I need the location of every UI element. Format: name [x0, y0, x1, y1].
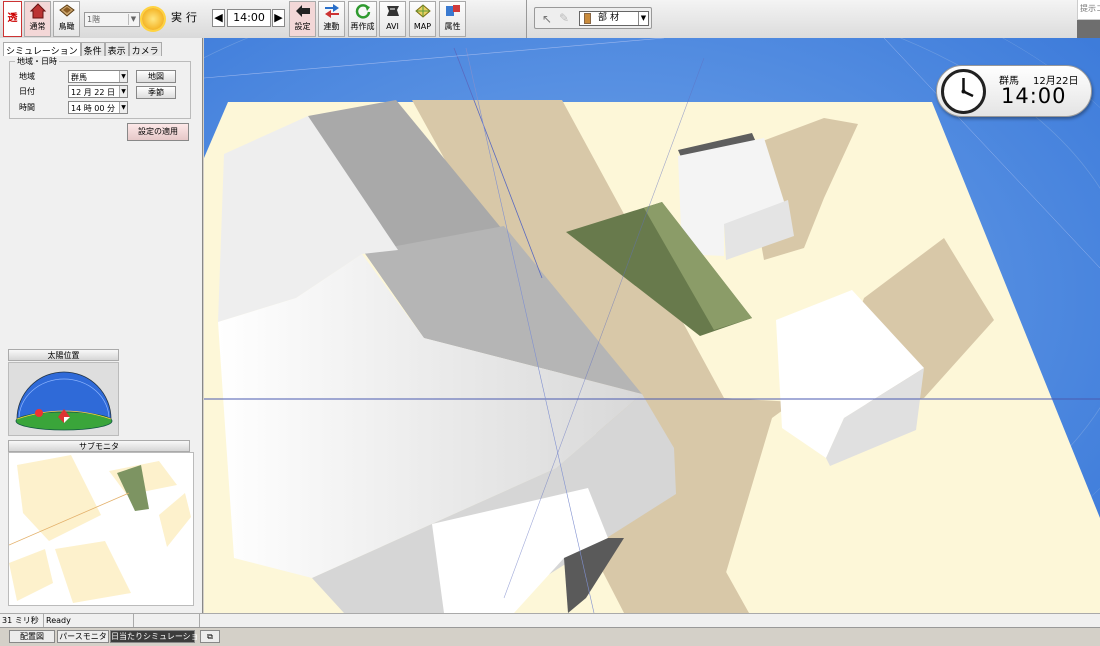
tab-display[interactable]: 表示 — [104, 42, 129, 57]
tab-camera[interactable]: カメラ — [128, 42, 162, 57]
sun-icon — [142, 8, 164, 30]
time-label: 時間 — [19, 103, 35, 112]
sub-monitor-view — [8, 452, 194, 606]
clock-icon — [941, 69, 986, 114]
status-empty — [134, 614, 200, 627]
film-icon — [380, 2, 405, 22]
season-button[interactable]: 季節 — [136, 86, 176, 99]
run-button[interactable]: 実行 — [168, 4, 204, 32]
map-button[interactable]: MAP — [409, 1, 436, 37]
regenerate-button[interactable]: 再作成 — [348, 1, 377, 37]
tab-simulation[interactable]: シミュレーション — [3, 42, 81, 57]
tab-sunlight-simulation[interactable]: 日当たりシミュレーション — [110, 630, 207, 643]
part-selector-group: ↖ ✎ 部材 ▼ — [534, 7, 652, 29]
map-icon — [410, 2, 435, 22]
time-prev-button[interactable]: ◀ — [212, 9, 225, 27]
avi-button[interactable]: AVI — [379, 1, 406, 37]
birdseye-icon — [54, 2, 79, 22]
floor-select[interactable]: 1階 ▼ — [84, 12, 140, 27]
house-icon — [25, 2, 50, 22]
status-bar: 31 ミリ秒 Ready — [0, 613, 1100, 627]
link-button[interactable]: 連動 — [318, 1, 345, 37]
chevron-down-icon: ▼ — [119, 86, 127, 97]
date-label: 日付 — [19, 87, 35, 96]
chevron-down-icon: ▼ — [638, 12, 648, 25]
status-elapsed: 31 ミリ秒 — [0, 614, 44, 627]
simulation-panel: シミュレーション 条件 表示 カメラ 地域・日時 地域 群馬 ▼ 日付 12 月… — [0, 38, 203, 613]
tab-conditions[interactable]: 条件 — [80, 42, 105, 57]
birdseye-view-button[interactable]: 鳥瞰 — [53, 1, 80, 37]
group-title: 地域・日時 — [15, 56, 59, 67]
attributes-icon — [440, 2, 465, 22]
sun-position-view — [8, 362, 119, 436]
panel-tabs: シミュレーション 条件 表示 カメラ — [3, 42, 162, 57]
date-select[interactable]: 12 月 22 日 ▼ — [68, 85, 128, 98]
toolbar-right-group: ↖ ✎ 部材 ▼ — [527, 0, 1077, 38]
toolbar-left-group: 透 通常 鳥瞰 1階 ▼ 実行 ◀ 14:00 ▶ 設定 連動 再作成 AVI … — [0, 0, 527, 38]
time-select[interactable]: 14 時 00 分 ▼ — [68, 101, 128, 114]
settings-button[interactable]: 設定 — [289, 1, 316, 37]
pointer-icon[interactable]: ↖ — [542, 12, 552, 26]
time-display[interactable]: 14:00 — [227, 9, 271, 27]
main-toolbar: 透 通常 鳥瞰 1階 ▼ 実行 ◀ 14:00 ▶ 設定 連動 再作成 AVI … — [0, 0, 1100, 38]
tab-perspective-monitor[interactable]: パースモニタ — [57, 630, 109, 643]
door-icon — [584, 13, 591, 24]
refresh-icon — [349, 2, 376, 22]
date-time-clock: 群馬 12月22日 14:00 — [936, 65, 1092, 117]
map-select-button[interactable]: 地図 — [136, 70, 176, 83]
attributes-button[interactable]: 属性 — [439, 1, 466, 37]
chevron-down-icon: ▼ — [128, 14, 138, 25]
part-select[interactable]: 部材 ▼ — [579, 11, 649, 26]
region-label: 地域 — [19, 72, 35, 81]
region-datetime-group: 地域・日時 地域 群馬 ▼ 日付 12 月 22 日 ▼ 時間 14 時 00 … — [9, 56, 191, 119]
chevron-down-icon: ▼ — [119, 71, 127, 82]
sub-monitor-title: サブモニタ — [8, 440, 190, 452]
search-input[interactable]: 提示コ — [1077, 0, 1100, 20]
bottom-tabs: 配置図 パースモニタ 日当たりシミュレーション ⧉ — [0, 627, 1100, 646]
normal-view-button[interactable]: 通常 — [24, 1, 51, 37]
chevron-down-icon: ▼ — [119, 102, 127, 113]
region-select[interactable]: 群馬 ▼ — [68, 70, 128, 83]
status-state: Ready — [44, 614, 134, 627]
pen-icon[interactable]: ✎ — [559, 11, 569, 25]
link-arrows-icon — [319, 2, 344, 22]
clock-time: 14:00 — [1001, 84, 1067, 108]
time-next-button[interactable]: ▶ — [272, 9, 285, 27]
sunlight-3d-view[interactable]: 群馬 12月22日 14:00 — [204, 38, 1100, 613]
sun-position-title: 太陽位置 — [8, 349, 119, 361]
tab-layout-plan[interactable]: 配置図 — [9, 630, 55, 643]
arrow-left-icon — [290, 2, 315, 22]
new-window-icon[interactable]: ⧉ — [200, 630, 220, 643]
apply-settings-button[interactable]: 設定の適用 — [127, 123, 189, 141]
transparent-toggle-button[interactable]: 透 — [3, 1, 22, 37]
